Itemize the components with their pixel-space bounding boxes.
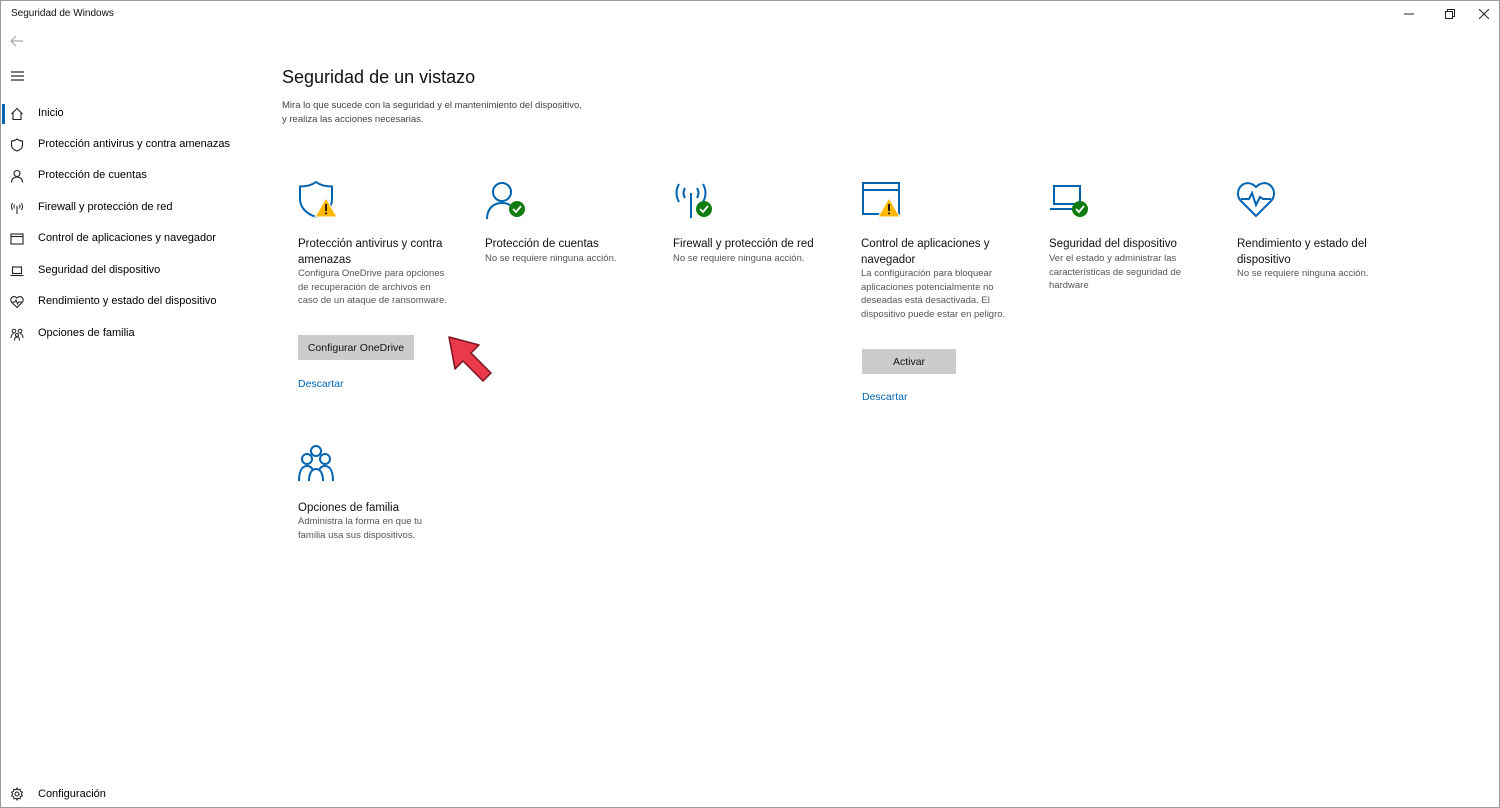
card-description: La configuración para bloquear aplicacio… bbox=[861, 268, 1006, 320]
restore-icon bbox=[1445, 9, 1455, 19]
family-icon bbox=[10, 328, 24, 341]
window-title: Seguridad de Windows bbox=[11, 8, 114, 19]
minimize-button[interactable] bbox=[1386, 1, 1432, 27]
laptop-check-icon bbox=[1050, 185, 1088, 217]
sidebar-item-label: Inicio bbox=[38, 107, 64, 119]
sidebar-item-aplicaciones[interactable]: Control de aplicaciones y navegador bbox=[1, 224, 259, 254]
sidebar-item-label: Protección de cuentas bbox=[38, 169, 147, 181]
heart-pulse-icon bbox=[1237, 182, 1275, 218]
sidebar-item-label: Firewall y protección de red bbox=[38, 201, 173, 213]
settings-label: Configuración bbox=[38, 788, 106, 800]
card-cuentas: Protección de cuentas No se requiere nin… bbox=[485, 181, 660, 281]
back-arrow-icon bbox=[10, 35, 23, 47]
antenna-icon bbox=[11, 202, 23, 214]
person-check-icon bbox=[486, 182, 525, 220]
card-rendimiento: Rendimiento y estado del dispositivo No … bbox=[1237, 181, 1412, 301]
gear-icon bbox=[10, 787, 24, 801]
sidebar-item-label: Seguridad del dispositivo bbox=[38, 264, 161, 276]
close-icon bbox=[1479, 9, 1489, 19]
sidebar-item-firewall[interactable]: Firewall y protección de red bbox=[1, 193, 259, 223]
sidebar-item-inicio[interactable]: Inicio bbox=[1, 99, 259, 129]
sidebar-item-label: Opciones de familia bbox=[38, 327, 135, 339]
shield-icon bbox=[10, 138, 24, 152]
card-title: Protección de cuentas bbox=[485, 238, 599, 250]
laptop-icon bbox=[10, 266, 24, 277]
card-firewall: Firewall y protección de red No se requi… bbox=[673, 181, 848, 281]
hamburger-icon bbox=[10, 71, 24, 81]
minimize-icon bbox=[1404, 13, 1414, 15]
dismiss-link[interactable]: Descartar bbox=[298, 378, 344, 390]
card-description: No se requiere ninguna acción. bbox=[673, 253, 805, 264]
card-dispositivo: Seguridad del dispositivo Ver el estado … bbox=[1049, 181, 1224, 301]
activate-button[interactable]: Activar bbox=[862, 349, 956, 374]
sidebar-item-label: Rendimiento y estado del dispositivo bbox=[38, 295, 217, 307]
antenna-check-icon bbox=[675, 183, 712, 218]
card-description: No se requiere ninguna acción. bbox=[485, 253, 617, 264]
app-window: Seguridad de Windows Inicio Protección a… bbox=[0, 0, 1500, 808]
sidebar-item-label: Protección antivirus y contra amenazas bbox=[38, 138, 230, 150]
card-title: Control de aplicaciones y navegador bbox=[861, 238, 990, 266]
card-description: No se requiere ninguna acción. bbox=[1237, 268, 1369, 279]
home-icon bbox=[11, 107, 23, 121]
sidebar-item-cuentas[interactable]: Protección de cuentas bbox=[1, 161, 259, 191]
card-title: Firewall y protección de red bbox=[673, 238, 814, 250]
close-button[interactable] bbox=[1461, 1, 1500, 27]
sidebar-item-dispositivo[interactable]: Seguridad del dispositivo bbox=[1, 256, 259, 286]
card-description: Administra la forma en que tu familia us… bbox=[298, 516, 423, 541]
browser-warning-icon bbox=[862, 182, 901, 218]
card-description: Configura OneDrive para opciones de recu… bbox=[298, 268, 447, 306]
card-description: Ver el estado y administrar las caracter… bbox=[1049, 253, 1182, 291]
menu-button[interactable] bbox=[7, 67, 27, 85]
sidebar-item-configuracion[interactable]: Configuración bbox=[1, 782, 259, 806]
page-description: Mira lo que sucede con la seguridad y el… bbox=[282, 100, 582, 125]
card-aplicaciones: Control de aplicaciones y navegador La c… bbox=[861, 181, 1036, 411]
heart-pulse-icon bbox=[10, 296, 24, 309]
shield-warning-icon bbox=[299, 181, 338, 219]
card-familia: Opciones de familia Administra la forma … bbox=[298, 445, 473, 555]
sidebar-item-rendimiento[interactable]: Rendimiento y estado del dispositivo bbox=[1, 287, 259, 317]
sidebar-item-label: Control de aplicaciones y navegador bbox=[38, 232, 216, 244]
card-title: Protección antivirus y contra amenazas bbox=[298, 238, 443, 266]
card-title: Rendimiento y estado del dispositivo bbox=[1237, 238, 1367, 266]
sidebar-item-antivirus[interactable]: Protección antivirus y contra amenazas bbox=[1, 130, 259, 160]
card-title: Seguridad del dispositivo bbox=[1049, 238, 1177, 250]
configure-onedrive-button[interactable]: Configurar OneDrive bbox=[298, 335, 414, 360]
back-button[interactable] bbox=[7, 32, 27, 50]
dismiss-link[interactable]: Descartar bbox=[862, 391, 908, 403]
browser-window-icon bbox=[10, 233, 24, 245]
person-icon bbox=[10, 169, 24, 183]
family-icon bbox=[298, 445, 334, 482]
page-title: Seguridad de un vistazo bbox=[282, 67, 476, 87]
annotation-arrow bbox=[448, 336, 492, 382]
title-bar: Seguridad de Windows bbox=[1, 1, 1499, 27]
sidebar-item-familia[interactable]: Opciones de familia bbox=[1, 319, 259, 349]
